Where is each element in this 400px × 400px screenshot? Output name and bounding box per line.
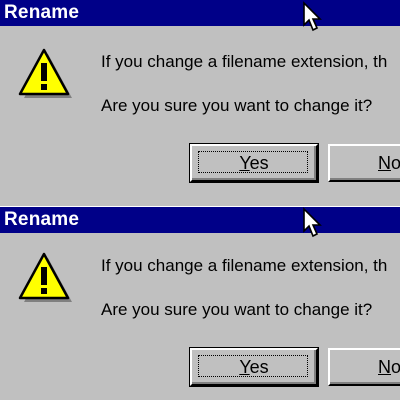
title-bar[interactable]: Rename	[0, 0, 400, 26]
screenshot-stage: Rename If you change a filename extensio…	[0, 0, 400, 400]
warning-icon	[18, 48, 72, 98]
message-line-2: Are you sure you want to change it?	[101, 96, 373, 115]
yes-button-label: Yes	[239, 357, 269, 377]
title-bar[interactable]: Rename	[0, 206, 400, 233]
mouse-pointer-icon	[303, 207, 322, 238]
message-line-1: If you change a filename extension, th	[101, 52, 388, 71]
yes-button-label: Yes	[239, 153, 269, 173]
mouse-pointer-icon	[303, 1, 322, 32]
no-button-label: No	[378, 357, 400, 377]
dialog-title: Rename	[4, 2, 80, 23]
separator	[0, 196, 400, 204]
message-line-1: If you change a filename extension, th	[101, 256, 388, 275]
rename-dialog: Rename If you change a filename extensio…	[0, 204, 400, 400]
warning-icon	[18, 252, 72, 302]
yes-button[interactable]: Yes	[189, 143, 319, 183]
rename-dialog: Rename If you change a filename extensio…	[0, 0, 400, 196]
no-button[interactable]: No	[328, 144, 400, 182]
dialog-title: Rename	[4, 209, 80, 230]
no-button[interactable]: No	[328, 348, 400, 386]
yes-button[interactable]: Yes	[189, 347, 319, 387]
no-button-label: No	[378, 153, 400, 173]
message-line-2: Are you sure you want to change it?	[101, 300, 373, 319]
